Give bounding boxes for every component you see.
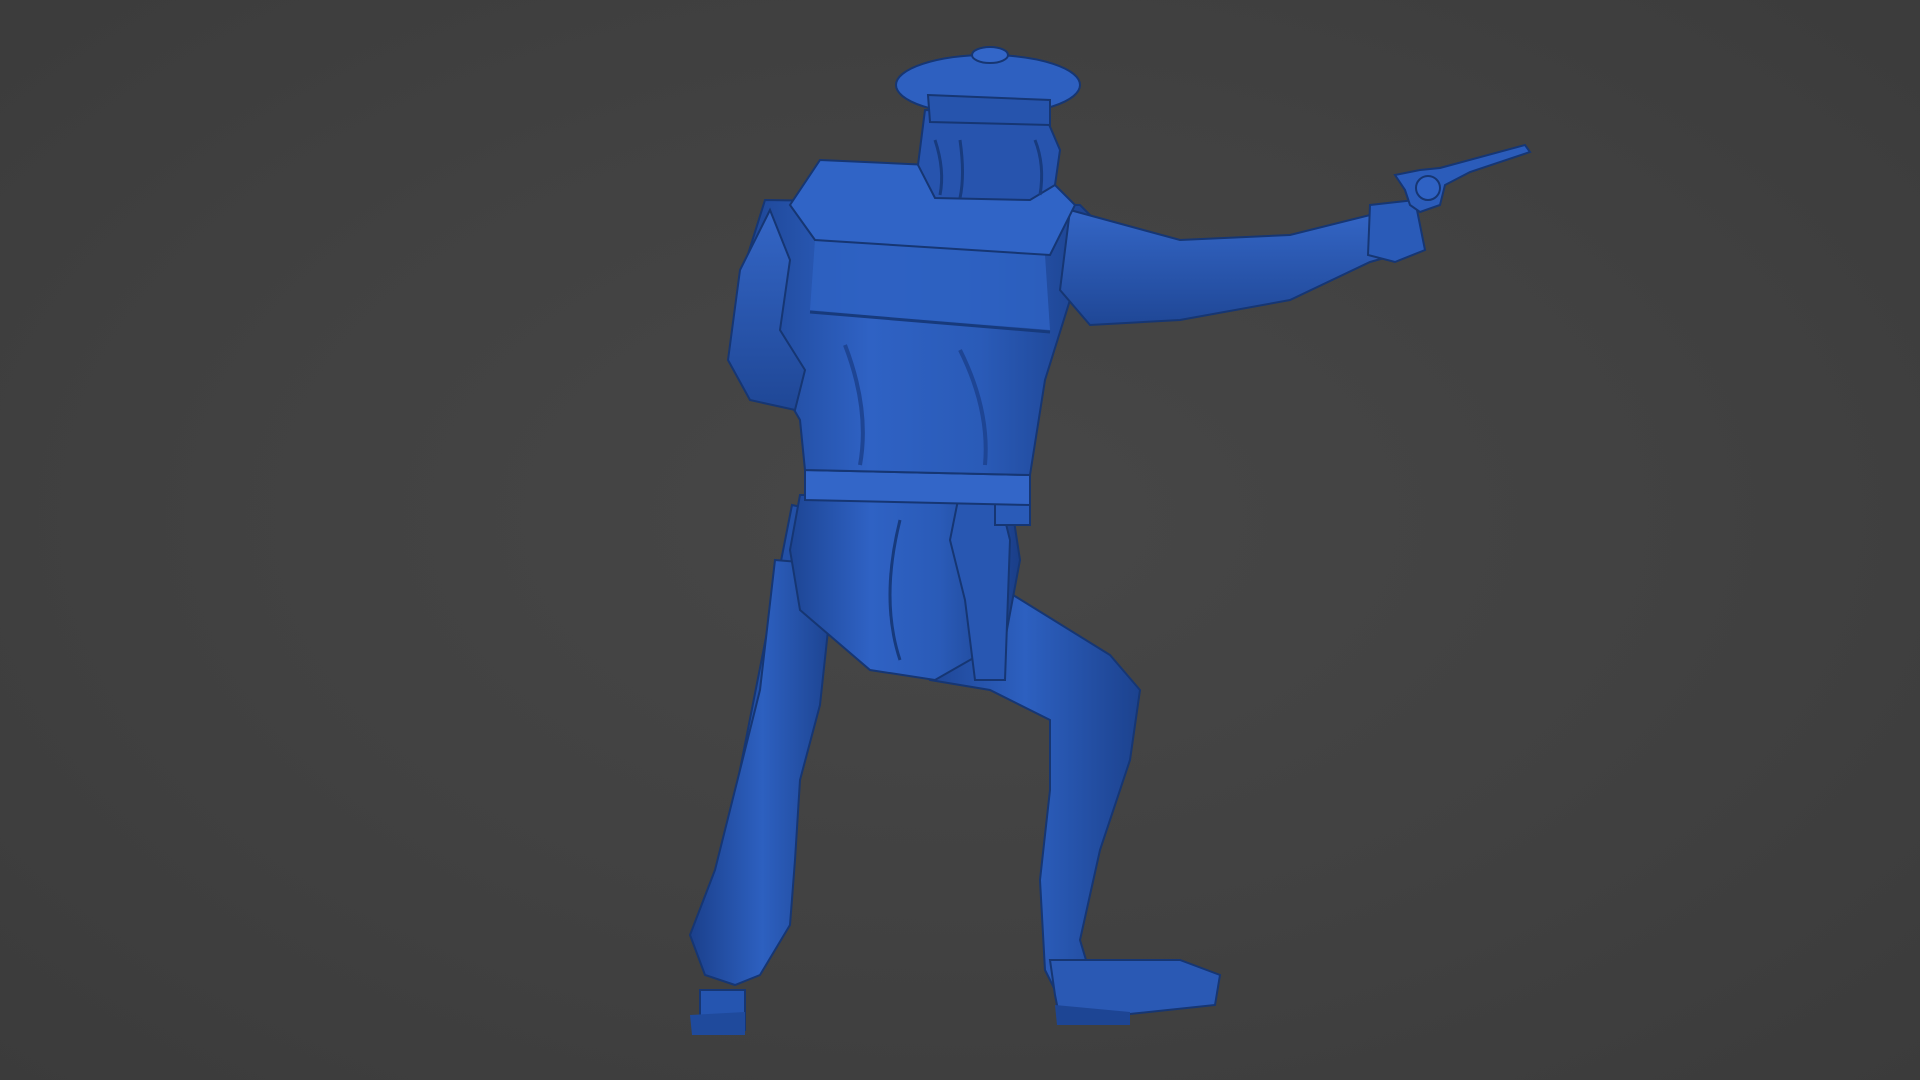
left-leg xyxy=(688,558,837,1035)
sculpt-model xyxy=(688,46,1532,1035)
right-arm xyxy=(1058,198,1427,327)
revolver xyxy=(1393,143,1532,214)
3d-viewport[interactable] xyxy=(0,0,1920,1080)
